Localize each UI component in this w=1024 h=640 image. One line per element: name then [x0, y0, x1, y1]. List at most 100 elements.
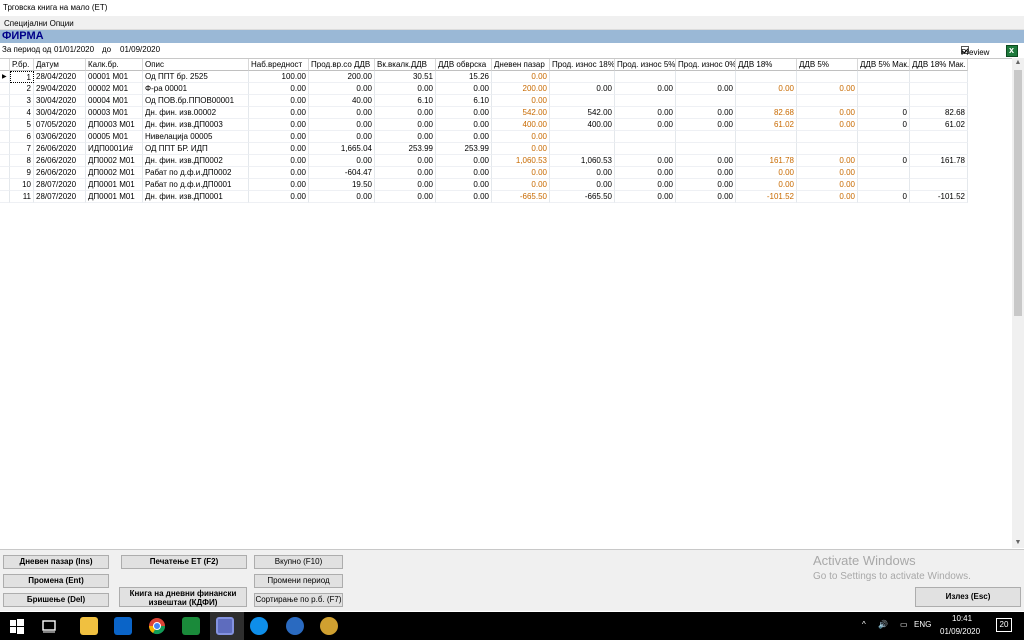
scroll-down-icon[interactable]: ▼ [1014, 539, 1022, 547]
table-cell[interactable]: 0.00 [436, 155, 492, 167]
tray-chevron-icon[interactable]: ^ [862, 620, 866, 629]
table-cell[interactable]: 0.00 [249, 155, 309, 167]
table-cell[interactable]: 00002 М01 [86, 83, 143, 95]
table-cell[interactable]: 19.50 [309, 179, 375, 191]
column-header[interactable]: Калк.бр. [86, 59, 143, 71]
table-cell[interactable] [736, 131, 797, 143]
table-cell[interactable]: 5 [10, 119, 34, 131]
column-header[interactable]: ДДВ 18% Мак. [910, 59, 968, 71]
table-cell[interactable]: Дн. фин. изв.ДП0003 [143, 119, 249, 131]
app-blue-icon[interactable] [286, 617, 304, 635]
column-header[interactable]: Датум [34, 59, 86, 71]
table-cell[interactable]: 0.00 [676, 167, 736, 179]
table-cell[interactable]: 0.00 [375, 119, 436, 131]
table-cell[interactable]: 0.00 [676, 83, 736, 95]
table-cell[interactable] [910, 167, 968, 179]
excel-export-icon[interactable] [1006, 45, 1018, 57]
table-cell[interactable]: Нивелација 00005 [143, 131, 249, 143]
table-cell[interactable]: -101.52 [910, 191, 968, 203]
table-cell[interactable]: 0.00 [615, 191, 676, 203]
table-cell[interactable] [858, 179, 910, 191]
table-cell[interactable]: 0.00 [676, 179, 736, 191]
task-view-icon[interactable] [40, 617, 58, 635]
book-kdfi-button[interactable]: Книга на дневни финански извештаи (КДФИ) [119, 587, 247, 607]
table-cell[interactable]: 0.00 [375, 107, 436, 119]
exit-button[interactable]: Излез (Esc) [915, 587, 1021, 607]
table-cell[interactable]: 161.78 [736, 155, 797, 167]
chrome-icon[interactable] [148, 617, 166, 635]
table-cell[interactable]: ДП0002 М01 [86, 167, 143, 179]
table-cell[interactable]: 0.00 [249, 119, 309, 131]
table-cell[interactable]: 0.00 [249, 179, 309, 191]
table-cell[interactable]: 61.02 [736, 119, 797, 131]
column-header[interactable]: Прод. износ 18% [550, 59, 615, 71]
table-cell[interactable]: 0.00 [492, 71, 550, 83]
daily-market-button[interactable]: Дневен пазар (Ins) [3, 555, 109, 569]
table-cell[interactable]: 0.00 [797, 155, 858, 167]
paint-icon[interactable] [320, 617, 338, 635]
table-cell[interactable]: 26/06/2020 [34, 143, 86, 155]
table-cell[interactable]: 10 [10, 179, 34, 191]
language-indicator[interactable]: ENG [914, 620, 931, 629]
table-cell[interactable] [736, 143, 797, 155]
outlook-icon[interactable] [114, 617, 132, 635]
table-cell[interactable]: 0.00 [249, 95, 309, 107]
print-button[interactable]: Печатење ЕТ (F2) [121, 555, 247, 569]
table-cell[interactable]: 61.02 [910, 119, 968, 131]
windows-start-icon[interactable] [8, 617, 26, 635]
table-cell[interactable] [797, 143, 858, 155]
column-header[interactable]: ДДВ 5% [797, 59, 858, 71]
table-cell[interactable]: 1,665.04 [309, 143, 375, 155]
table-cell[interactable]: 40.00 [309, 95, 375, 107]
table-cell[interactable]: 0.00 [615, 167, 676, 179]
table-cell[interactable]: 0.00 [375, 155, 436, 167]
column-header[interactable]: Наб.вредност [249, 59, 309, 71]
table-cell[interactable]: 0.00 [615, 107, 676, 119]
table-cell[interactable]: 6.10 [375, 95, 436, 107]
table-cell[interactable] [910, 95, 968, 107]
change-button[interactable]: Промена (Ent) [3, 574, 109, 588]
table-cell[interactable]: Од ППТ бр. 2525 [143, 71, 249, 83]
table-cell[interactable]: 0.00 [436, 107, 492, 119]
table-cell[interactable]: 0.00 [615, 83, 676, 95]
table-cell[interactable]: 26/06/2020 [34, 155, 86, 167]
table-cell[interactable]: 29/04/2020 [34, 83, 86, 95]
table-cell[interactable]: 0.00 [797, 167, 858, 179]
table-cell[interactable]: -604.47 [309, 167, 375, 179]
table-cell[interactable]: 0.00 [309, 119, 375, 131]
table-cell[interactable] [910, 143, 968, 155]
notifications-badge[interactable]: 20 [996, 618, 1012, 632]
table-cell[interactable]: 0.00 [676, 155, 736, 167]
table-cell[interactable]: 1,060.53 [492, 155, 550, 167]
table-cell[interactable] [736, 71, 797, 83]
table-cell[interactable]: 0.00 [249, 143, 309, 155]
table-cell[interactable]: 0 [858, 191, 910, 203]
table-cell[interactable] [550, 131, 615, 143]
table-cell[interactable]: 0.00 [492, 95, 550, 107]
table-cell[interactable]: 0.00 [550, 179, 615, 191]
table-cell[interactable]: 0 [858, 107, 910, 119]
table-cell[interactable]: 30.51 [375, 71, 436, 83]
table-cell[interactable]: Од ПОВ.бр.ППОВ00001 [143, 95, 249, 107]
preview-checkbox[interactable]: Preview [961, 46, 989, 57]
clock-time[interactable]: 10:41 [952, 614, 972, 623]
table-cell[interactable]: 0.00 [375, 167, 436, 179]
table-cell[interactable]: 161.78 [910, 155, 968, 167]
table-cell[interactable]: 0.00 [375, 131, 436, 143]
column-header[interactable]: Прод.вр.со ДДВ [309, 59, 375, 71]
sort-button[interactable]: Сортирање по р.б. (F7) [254, 593, 343, 607]
table-cell[interactable]: 3 [10, 95, 34, 107]
table-cell[interactable]: 07/05/2020 [34, 119, 86, 131]
table-cell[interactable]: 0.00 [436, 191, 492, 203]
table-cell[interactable]: 0.00 [249, 191, 309, 203]
table-cell[interactable]: 0.00 [309, 131, 375, 143]
table-cell[interactable]: 0.00 [736, 167, 797, 179]
column-header[interactable]: ДДВ 5% Мак. [858, 59, 910, 71]
table-cell[interactable]: 03/06/2020 [34, 131, 86, 143]
table-cell[interactable]: 82.68 [736, 107, 797, 119]
table-cell[interactable]: 6 [10, 131, 34, 143]
table-cell[interactable]: 28/04/2020 [34, 71, 86, 83]
table-cell[interactable]: 0 [858, 155, 910, 167]
table-cell[interactable] [910, 71, 968, 83]
table-cell[interactable]: 0.00 [676, 119, 736, 131]
